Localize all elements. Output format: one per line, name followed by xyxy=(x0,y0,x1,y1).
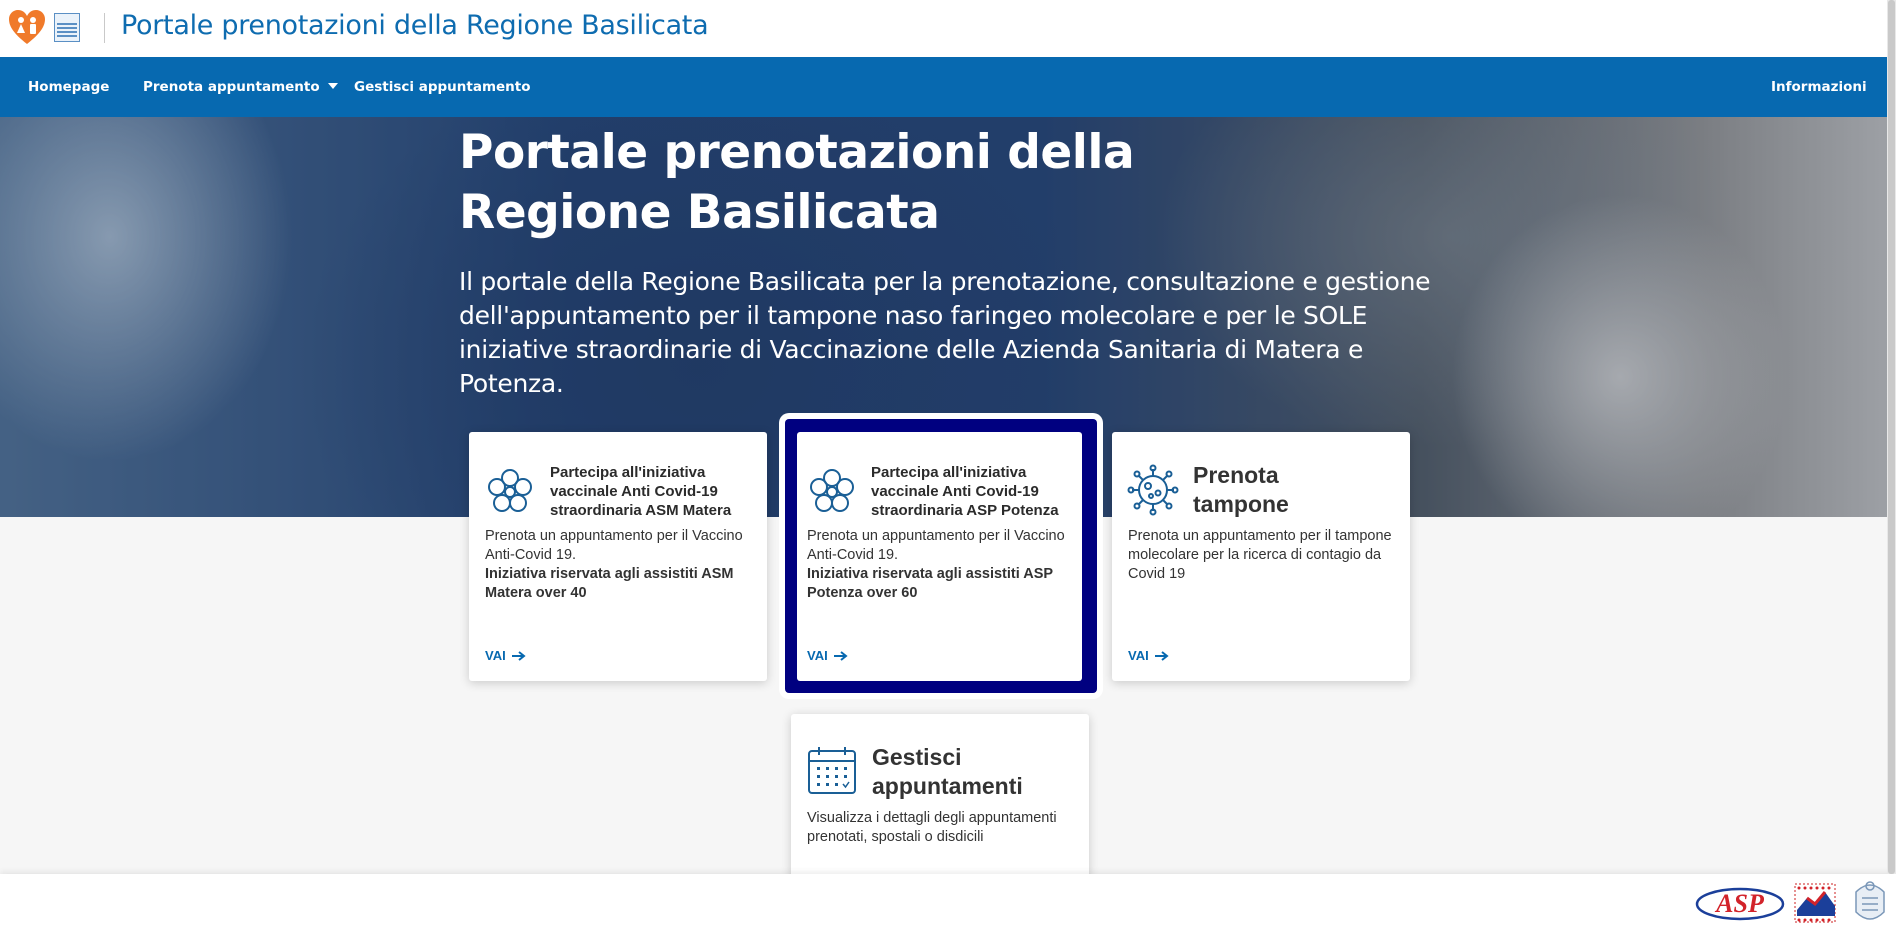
card-text: Prenota un appuntamento per il Vaccino A… xyxy=(807,528,1065,563)
vertical-scrollbar[interactable] xyxy=(1887,0,1896,874)
vai-link[interactable]: VAI xyxy=(1128,648,1169,663)
card-prenota-tampone[interactable]: Prenota tampone Prenota un appuntamento … xyxy=(1112,432,1410,681)
asp-logo-text: ASP xyxy=(1714,889,1765,918)
scrollbar-thumb[interactable] xyxy=(1888,0,1895,874)
card-title: Partecipa all'iniziativa vaccinale Anti … xyxy=(871,464,1059,519)
nav-gestisci-appuntamento[interactable]: Gestisci appuntamento xyxy=(354,57,531,117)
heart-family-logo[interactable] xyxy=(8,9,46,47)
card-title: Partecipa all'iniziativa vaccinale Anti … xyxy=(550,464,732,519)
card-description: Prenota un appuntamento per il Vaccino A… xyxy=(807,527,1072,603)
top-header: Portale prenotazioni della Regione Basil… xyxy=(0,0,1896,57)
nav-gestisci-label: Gestisci appuntamento xyxy=(354,79,531,95)
site-title[interactable]: Portale prenotazioni della Regione Basil… xyxy=(121,10,709,41)
regione-flag-logo[interactable] xyxy=(54,13,80,42)
card-gestisci-appuntamenti[interactable]: Gestisci appuntamenti Visualizza i detta… xyxy=(791,714,1089,889)
asm-logo[interactable] xyxy=(1791,880,1839,926)
caret-down-icon xyxy=(327,83,338,89)
card-description: Visualizza i dettagli degli appuntamenti… xyxy=(807,810,1057,845)
nav-informazioni[interactable]: Informazioni xyxy=(1771,57,1867,117)
nav-homepage[interactable]: Homepage xyxy=(28,57,109,117)
nav-homepage-label: Homepage xyxy=(28,79,110,95)
card-text-bold: Iniziativa riservata agli assistiti ASP … xyxy=(807,566,1053,601)
card-asm-matera[interactable]: Partecipa all'iniziativa vaccinale Anti … xyxy=(469,432,767,681)
arrow-right-icon xyxy=(833,650,848,661)
regione-basilicata-logo[interactable] xyxy=(1850,878,1890,928)
main-navbar: Homepage Prenota appuntamento Gestisci a… xyxy=(0,57,1896,117)
vai-label: VAI xyxy=(807,648,828,663)
nav-prenota-appuntamento[interactable]: Prenota appuntamento xyxy=(143,57,338,117)
vai-label: VAI xyxy=(1128,648,1149,663)
flower-icon xyxy=(488,469,532,512)
virus-icon xyxy=(1127,464,1179,516)
arrow-right-icon xyxy=(1154,650,1169,661)
hero-subtitle: Il portale della Regione Basilicata per … xyxy=(459,267,1431,398)
calendar-icon xyxy=(808,747,856,794)
asp-logo[interactable]: ASP xyxy=(1695,886,1785,922)
card-description: Prenota un appuntamento per il tampone m… xyxy=(1128,528,1392,582)
card-text-bold: Iniziativa riservata agli assistiti ASM … xyxy=(485,566,734,601)
hero-title: Portale prenotazioni della Regione Basil… xyxy=(459,125,1135,240)
arrow-right-icon xyxy=(511,650,526,661)
flower-icon xyxy=(810,469,854,512)
card-title: Prenota tampone xyxy=(1193,462,1289,517)
nav-informazioni-label: Informazioni xyxy=(1771,79,1867,95)
card-text: Prenota un appuntamento per il Vaccino A… xyxy=(485,528,743,563)
header-divider xyxy=(104,13,105,43)
card-title: Gestisci appuntamenti xyxy=(872,744,1023,799)
vai-link[interactable]: VAI xyxy=(807,648,848,663)
vai-label: VAI xyxy=(485,648,506,663)
vai-link[interactable]: VAI xyxy=(485,648,526,663)
card-description: Prenota un appuntamento per il Vaccino A… xyxy=(485,527,755,603)
card-asp-potenza[interactable]: Partecipa all'iniziativa vaccinale Anti … xyxy=(797,432,1082,681)
footer: ASP xyxy=(0,874,1896,931)
nav-prenota-label: Prenota appuntamento xyxy=(143,79,320,95)
